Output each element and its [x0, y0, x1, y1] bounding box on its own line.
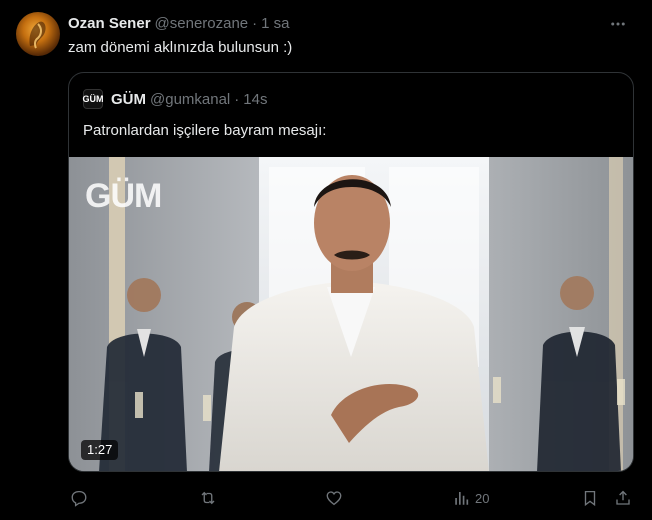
views-count: 20 — [475, 490, 490, 506]
author-name[interactable]: Ozan Sener — [68, 14, 151, 34]
quoted-header: GÜM GÜM @gumkanal · 14s — [83, 89, 267, 109]
views-button[interactable]: 20 — [453, 486, 489, 510]
quoted-time[interactable]: 14s — [243, 91, 267, 108]
heart-icon — [326, 491, 342, 506]
tweet-header: Ozan Sener @senerozane · 1 sa — [68, 14, 636, 34]
views-icon — [455, 492, 469, 505]
author-handle[interactable]: @senerozane — [155, 14, 249, 34]
bookmark-button[interactable] — [581, 486, 599, 510]
tweet-text: zam dönemi aklınızda bulunsun :) — [68, 39, 293, 56]
action-bar: 20 — [68, 486, 636, 510]
retweet-icon — [201, 491, 215, 505]
share-button[interactable] — [614, 486, 632, 510]
quoted-author-handle[interactable]: @gumkanal — [150, 91, 230, 108]
tweet-time[interactable]: 1 sa — [261, 14, 289, 34]
quoted-avatar[interactable]: GÜM — [83, 89, 104, 109]
retweet-button[interactable] — [198, 486, 218, 510]
quoted-text: Patronlardan işçilere bayram mesajı: — [83, 122, 327, 139]
reply-icon — [71, 490, 87, 507]
more-dots-icon[interactable] — [604, 14, 632, 34]
video-watermark: GÜM — [85, 177, 162, 215]
like-button[interactable] — [325, 486, 343, 510]
avatar[interactable] — [16, 12, 60, 56]
bookmark-icon — [584, 490, 596, 507]
separator-dot: · — [252, 15, 258, 32]
video-player[interactable]: GÜM 1:27 — [69, 157, 633, 471]
reply-button[interactable] — [70, 486, 88, 510]
quoted-tweet[interactable]: GÜM GÜM @gumkanal · 14s Patronlardan işç… — [68, 72, 634, 472]
video-duration-badge: 1:27 — [81, 440, 119, 460]
quoted-separator-dot: · — [234, 90, 240, 108]
share-icon — [616, 490, 630, 505]
tweet[interactable]: Ozan Sener @senerozane · 1 sa zam dönemi… — [0, 0, 652, 520]
quoted-author-name[interactable]: GÜM — [111, 91, 146, 108]
